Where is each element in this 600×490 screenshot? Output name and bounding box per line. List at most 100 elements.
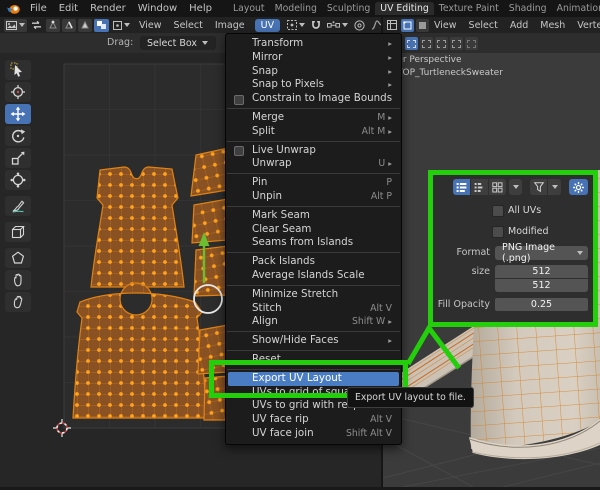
menu-file[interactable]: File — [30, 3, 47, 14]
menu-item-pack-islands[interactable]: Pack Islands — [226, 255, 401, 269]
display-thumbnails-button[interactable] — [489, 179, 506, 195]
size-x-field[interactable]: 512 — [495, 265, 588, 278]
viewport-editor-type-dropdown[interactable] — [385, 19, 399, 32]
rotate-tool-button[interactable] — [5, 126, 31, 146]
menu-item-align[interactable]: AlignShift W▸ — [226, 315, 401, 329]
menu-help[interactable]: Help — [189, 3, 212, 14]
filter-button[interactable] — [530, 179, 547, 195]
menu-item-mark-seam[interactable]: Mark Seam — [226, 209, 401, 223]
snap-target-dropdown[interactable] — [325, 19, 350, 32]
menu-render[interactable]: Render — [90, 3, 126, 14]
display-mode-dropdown[interactable] — [509, 179, 522, 195]
viewport-mode-face-button[interactable] — [416, 19, 429, 32]
menu-item-constrain-to-image-bounds[interactable]: Constrain to Image Bounds — [226, 92, 401, 106]
snap-toggle[interactable] — [309, 19, 323, 32]
menu-item-transform[interactable]: Transform▸ — [226, 37, 401, 51]
size-y-field[interactable]: 512 — [495, 279, 588, 292]
select-extend-button[interactable] — [420, 37, 433, 50]
menu-item-uv-face-rip[interactable]: UV face ripAlt V — [226, 413, 401, 427]
select-mode-edge-button[interactable] — [62, 19, 76, 32]
select-invert-button[interactable] — [450, 37, 463, 50]
vertex-mode-icon — [48, 20, 58, 30]
menu-item-mirror[interactable]: Mirror▸ — [226, 51, 401, 65]
select-new-button[interactable] — [405, 37, 418, 50]
settings-gear-button[interactable] — [569, 179, 588, 195]
select-intersect-button[interactable] — [465, 37, 478, 50]
menu-item-reset[interactable]: Reset — [226, 353, 401, 367]
vp-mesh-menu[interactable]: Mesh — [540, 20, 565, 31]
viewport-mode-vertex-button[interactable] — [401, 19, 414, 32]
tab-animation[interactable]: Animation — [552, 2, 600, 15]
transform-tool-button[interactable] — [5, 170, 31, 190]
all-uvs-checkbox[interactable] — [492, 205, 504, 217]
menu-item-unpin[interactable]: UnpinAlt P — [226, 190, 401, 204]
edge-mode-icon — [64, 20, 74, 30]
menu-edit[interactable]: Edit — [59, 3, 78, 14]
tweak-tool-button[interactable] — [5, 60, 31, 80]
menu-item-seams-from-islands[interactable]: Seams from Islands — [226, 236, 401, 250]
uv-header-select-menu[interactable]: Select — [174, 20, 203, 31]
move-tool-button[interactable] — [5, 104, 31, 124]
menu-item-snap-to-pixels[interactable]: Snap to Pixels▸ — [226, 78, 401, 92]
menu-item-unwrap[interactable]: UnwrapU▸ — [226, 157, 401, 171]
uv-sync-selection-toggle[interactable] — [29, 19, 44, 32]
select-subtract-button[interactable] — [435, 37, 448, 50]
scale-tool-button[interactable] — [5, 148, 31, 168]
proportional-editing-toggle[interactable] — [352, 19, 367, 32]
uv-header-view-menu[interactable]: View — [139, 20, 162, 31]
select-mode-face-button[interactable] — [78, 19, 92, 32]
tab-shading[interactable]: Shading — [504, 2, 552, 15]
tab-layout[interactable]: Layout — [228, 2, 270, 15]
menu-item-label: Show/Hide Faces — [252, 334, 339, 348]
menu-item-label: Align — [252, 315, 278, 329]
menu-item-merge[interactable]: MergeM▸ — [226, 111, 401, 125]
filter-dropdown[interactable] — [548, 179, 561, 195]
editor-type-dropdown[interactable] — [4, 19, 27, 32]
menu-item-uv-face-join[interactable]: UV face joinShift Alt V — [226, 427, 401, 441]
menu-item-stitch[interactable]: StitchAlt V — [226, 302, 401, 316]
menu-item-live-unwrap[interactable]: Live Unwrap — [226, 144, 401, 158]
vp-vertex-menu[interactable]: Vertex — [577, 20, 600, 31]
menu-item-label: Snap — [252, 65, 278, 79]
select-mode-vertex-button[interactable] — [46, 19, 60, 32]
menu-item-label: Clear Seam — [252, 223, 311, 237]
menu-window[interactable]: Window — [138, 3, 177, 14]
menu-item-shortcut: M — [377, 111, 385, 125]
grab-tool-button[interactable] — [5, 270, 31, 290]
menu-separator — [227, 369, 400, 370]
format-dropdown[interactable]: PNG Image (.png) — [495, 246, 588, 260]
menu-item-snap[interactable]: Snap▸ — [226, 65, 401, 79]
lasso-tool-button[interactable] — [5, 248, 31, 268]
pinch-tool-button[interactable] — [5, 292, 31, 312]
menu-item-clear-seam[interactable]: Clear Seam — [226, 223, 401, 237]
tab-uv-editing[interactable]: UV Editing — [375, 2, 434, 15]
drag-mode-dropdown[interactable]: Select Box — [140, 36, 216, 50]
annotate-tool-button[interactable] — [5, 196, 31, 216]
uv-header-uv-menu[interactable]: UV — [255, 19, 280, 32]
menu-item-show-hide-faces[interactable]: Show/Hide Faces▸ — [226, 334, 401, 348]
sticky-selection-dropdown[interactable] — [111, 19, 132, 32]
uv-island-front[interactable] — [91, 167, 184, 287]
fill-opacity-field[interactable]: 0.25 — [495, 298, 588, 311]
menu-item-pin[interactable]: PinP — [226, 176, 401, 190]
menu-item-average-islands-scale[interactable]: Average Islands Scale — [226, 269, 401, 283]
uv-header-image-menu[interactable]: Image — [215, 20, 245, 31]
tab-sculpting[interactable]: Sculpting — [322, 2, 375, 15]
modified-checkbox[interactable] — [492, 226, 504, 238]
pivot-point-dropdown[interactable] — [285, 19, 307, 32]
vp-add-menu[interactable]: Add — [510, 20, 528, 31]
rip-region-tool-button[interactable] — [5, 222, 31, 242]
vp-view-menu[interactable]: View — [434, 20, 457, 31]
display-detailed-list-button[interactable] — [471, 179, 488, 195]
vp-select-menu[interactable]: Select — [469, 20, 498, 31]
display-vertical-list-button[interactable] — [453, 179, 470, 195]
select-mode-island-button[interactable] — [94, 19, 109, 32]
tab-texture-paint[interactable]: Texture Paint — [434, 2, 504, 15]
modified-label: Modified — [508, 226, 549, 237]
menu-item-split[interactable]: SplitAlt M▸ — [226, 125, 401, 139]
menu-item-export-uv-layout[interactable]: Export UV Layout — [228, 372, 399, 386]
menu-item-minimize-stretch[interactable]: Minimize Stretch — [226, 288, 401, 302]
tab-modeling[interactable]: Modeling — [270, 2, 322, 15]
blender-logo-icon[interactable] — [6, 3, 21, 15]
cursor-tool-button[interactable] — [5, 82, 31, 102]
